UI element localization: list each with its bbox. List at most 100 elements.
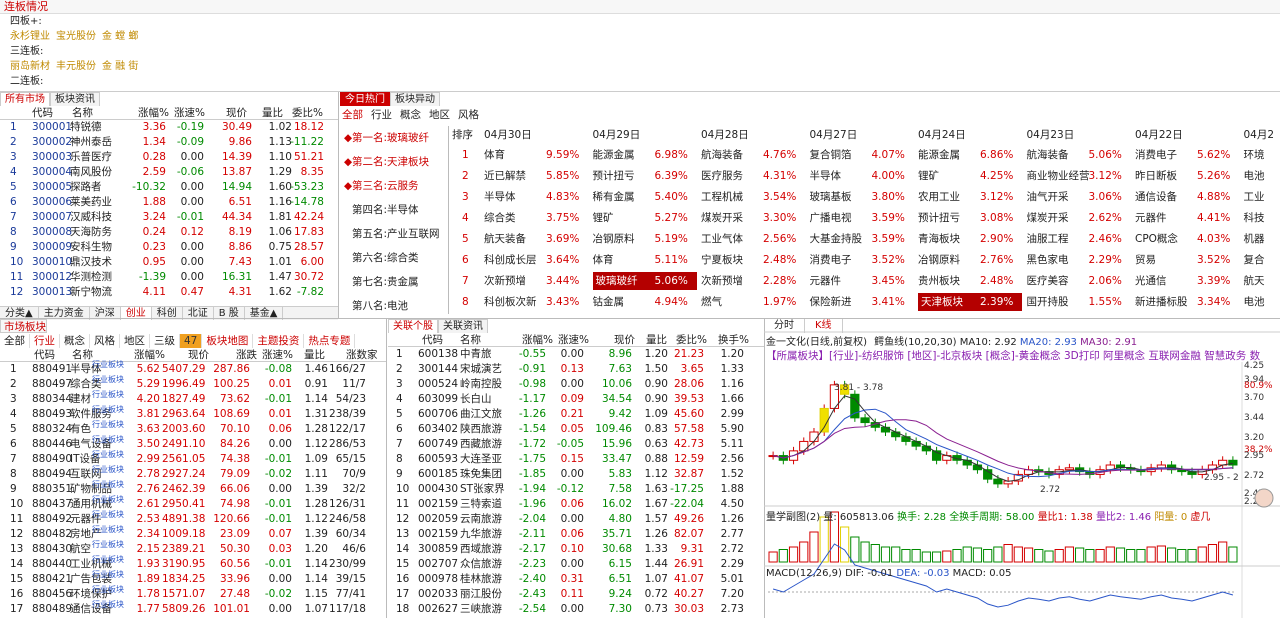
table-row[interactable]: 2 300144 宋城演艺 -0.91 0.13 7.63 1.50 3.65 1.33 bbox=[388, 363, 764, 376]
hot-sector-name[interactable]: 能源金属 bbox=[593, 146, 635, 164]
table-row[interactable]: 11 880492 元器件 2.53 4891.38 120.66 -0.01 1.12 246… bbox=[0, 510, 386, 526]
table-row[interactable]: 8 880494 互联网 2.78 2927.24 79.09 -0.02 1.11 70/9 行… bbox=[0, 465, 386, 481]
hot-sector-name[interactable]: 航天 bbox=[1244, 272, 1265, 290]
col-header[interactable]: 涨速% bbox=[174, 107, 205, 120]
market-subtab[interactable]: 主题投资 bbox=[253, 334, 305, 348]
table-row[interactable]: 18 002627 三峡旅游 -2.54 0.00 7.30 0.73 30.03 2.73 bbox=[388, 603, 764, 616]
hot-sector-name[interactable]: 国开持股 bbox=[1027, 293, 1069, 311]
hot-subtab[interactable]: 行业 bbox=[371, 108, 392, 122]
hot-sector-name[interactable]: 半导体 bbox=[810, 167, 842, 185]
col-header[interactable]: 代码 bbox=[422, 334, 443, 347]
col-header[interactable]: 涨幅% bbox=[138, 107, 169, 120]
table-row[interactable]: 16 000978 桂林旅游 -2.40 0.31 6.51 1.07 41.07 5.01 bbox=[388, 573, 764, 586]
lianban-stock[interactable]: 金 螳 螂 bbox=[102, 31, 138, 42]
table-row[interactable]: 2 300002 神州泰岳 1.34 -0.09 9.86 1.13 -11.22 bbox=[0, 136, 338, 149]
table-row[interactable]: 10 300010 鼎汉技术 0.95 0.00 7.43 1.01 6.00 bbox=[0, 256, 338, 269]
table-row[interactable]: 1 880491 半导体 5.62 5407.29 287.86 -0.08 1.46 166/… bbox=[0, 360, 386, 376]
hot-sector-name[interactable]: 科创成长层 bbox=[484, 251, 537, 269]
hot-sector-name[interactable]: 预计扭亏 bbox=[593, 167, 635, 185]
hot-sector-name[interactable]: 黑色家电 bbox=[1027, 251, 1069, 269]
hot-sector-name[interactable]: 复合铜箔 bbox=[810, 146, 852, 164]
col-header[interactable]: 名称 bbox=[72, 107, 93, 120]
hot-sector-name[interactable]: 燃气 bbox=[701, 293, 722, 311]
hot-sector-name[interactable]: 电池 bbox=[1244, 293, 1265, 311]
hot-sector-name[interactable]: 电池 bbox=[1244, 167, 1265, 185]
hot-sector-name[interactable]: 医疗美容 bbox=[1027, 272, 1069, 290]
table-row[interactable]: 12 002059 云南旅游 -2.04 0.00 4.80 1.57 49.26 1.26 bbox=[388, 513, 764, 526]
hot-sector-name[interactable]: 煤炭开采 bbox=[1027, 209, 1069, 227]
hot-sector-name[interactable]: 冶钢原料 bbox=[918, 251, 960, 269]
col-header[interactable]: 名称 bbox=[460, 334, 481, 347]
lianban-stock[interactable]: 金 融 街 bbox=[102, 61, 138, 72]
hot-sector-name[interactable]: 工程机械 bbox=[701, 188, 743, 206]
hot-sector-name[interactable]: 近已解禁 bbox=[484, 167, 526, 185]
hot-sector-name[interactable]: 能源金属 bbox=[918, 146, 960, 164]
table-row[interactable]: 4 300004 南风股份 2.59 -0.06 13.87 1.29 8.35 bbox=[0, 166, 338, 179]
hot-sector-name[interactable]: 通信设备 bbox=[1135, 188, 1177, 206]
hot-sector-name[interactable]: 元器件 bbox=[1135, 209, 1167, 227]
hot-rank-item[interactable]: 第五名:产业互联网 bbox=[344, 222, 442, 246]
table-row[interactable]: 9 880351 矿物制品 2.76 2462.39 66.06 0.00 1.39 32/2 行… bbox=[0, 480, 386, 496]
hot-sector-name[interactable]: 贸易 bbox=[1135, 251, 1156, 269]
market-subtab[interactable]: 热点专题 bbox=[304, 334, 356, 348]
market-subtab[interactable]: 概念 bbox=[60, 334, 90, 348]
date-header[interactable]: 04月30日 bbox=[484, 126, 532, 144]
hot-sector-name[interactable]: 复合 bbox=[1244, 251, 1265, 269]
table-row[interactable]: 11 002159 三特索道 -1.96 0.06 16.02 1.67 -22.04 4.50 bbox=[388, 498, 764, 511]
table-row[interactable]: 6 300006 莱美药业 1.88 0.00 6.51 1.16 -14.78 bbox=[0, 196, 338, 209]
hot-sector-name[interactable]: 锂矿 bbox=[593, 209, 614, 227]
hot-rank-item[interactable]: 第四名:半导体 bbox=[344, 198, 442, 222]
hot-rank-item[interactable]: 第七名:贵金属 bbox=[344, 270, 442, 294]
col-header[interactable]: 现价 bbox=[226, 107, 247, 120]
table-row[interactable]: 5 300005 探路者 -10.32 0.00 14.94 1.60 -53.23 bbox=[0, 181, 338, 194]
hot-sector-name[interactable]: 贵州板块 bbox=[918, 272, 960, 290]
tab-all-market[interactable]: 所有市场 bbox=[0, 92, 50, 106]
hot-sector-name[interactable]: 新进播标股 bbox=[1135, 293, 1188, 311]
hot-sector-name[interactable]: 次新预增 bbox=[484, 272, 526, 290]
table-row[interactable]: 14 880440 工业机械 1.93 3190.95 60.56 -0.01 1.14 230… bbox=[0, 555, 386, 571]
hot-sector-name[interactable]: 环境 bbox=[1244, 146, 1265, 164]
table-row[interactable]: 6 603402 陕西旅游 -1.54 0.05 109.46 0.83 57.58 5.90 bbox=[388, 423, 764, 436]
tab-related-stocks[interactable]: 关联个股 bbox=[388, 319, 438, 333]
col-header[interactable]: 代码 bbox=[34, 349, 55, 362]
table-row[interactable]: 12 300013 新宁物流 4.11 0.47 4.31 1.62 -7.82 bbox=[0, 286, 338, 299]
table-row[interactable]: 1 300001 特锐德 3.36 -0.19 30.49 1.02 18.12 bbox=[0, 121, 338, 134]
table-row[interactable]: 10 880437 通用机械 2.61 2950.41 74.98 -0.01 1.28 126… bbox=[0, 495, 386, 511]
lianban-stock[interactable]: 丽岛新材 bbox=[10, 61, 50, 72]
table-row[interactable]: 1 600138 中青旅 -0.55 0.00 8.96 1.20 21.23 1.20 bbox=[388, 348, 764, 361]
table-row[interactable]: 7 880490 IT设备 2.99 2561.05 74.38 -0.01 1.09 65/1… bbox=[0, 450, 386, 466]
table-row[interactable]: 8 300008 天海防务 0.24 0.12 8.19 1.06 17.83 bbox=[0, 226, 338, 239]
tab-today-hot[interactable]: 今日热门 bbox=[340, 92, 390, 106]
hot-sector-name[interactable]: CPO概念 bbox=[1135, 230, 1178, 248]
col-header[interactable]: 名称 bbox=[72, 349, 93, 362]
market-subtab[interactable]: 板块地图 bbox=[202, 334, 254, 348]
hot-sector-name[interactable]: 昨日断板 bbox=[1135, 167, 1177, 185]
table-row[interactable]: 13 880430 航空 2.15 2389.21 50.30 0.03 1.20 46/6 行业… bbox=[0, 540, 386, 556]
hot-sector-name[interactable]: 科技 bbox=[1244, 209, 1265, 227]
table-row[interactable]: 11 300012 华测检测 -1.39 0.00 16.31 1.47 30.72 bbox=[0, 271, 338, 284]
table-row[interactable]: 9 300009 安科生物 0.23 0.00 8.86 0.75 28.57 bbox=[0, 241, 338, 254]
hot-sector-name[interactable]: 光通信 bbox=[1135, 272, 1167, 290]
hot-subtab[interactable]: 风格 bbox=[458, 108, 479, 122]
table-row[interactable]: 2 880497 综合类 5.29 1996.49 100.25 0.01 0.91 11/7 行… bbox=[0, 375, 386, 391]
lianban-stock[interactable]: 永杉锂业 bbox=[10, 31, 50, 42]
date-header[interactable]: 04月23日 bbox=[1027, 126, 1075, 144]
hot-sector-name[interactable]: 综合类 bbox=[484, 209, 516, 227]
table-row[interactable]: 6 880446 电气设备 3.50 2491.10 84.26 0.00 1.12 286/5… bbox=[0, 435, 386, 451]
col-header[interactable]: 涨速% bbox=[262, 349, 293, 362]
tab-sector-move[interactable]: 板块异动 bbox=[390, 92, 440, 106]
col-header[interactable]: 量比 bbox=[646, 334, 667, 347]
hot-sector-name[interactable]: 机器 bbox=[1244, 230, 1265, 248]
hot-sector-name[interactable]: 农用工业 bbox=[918, 188, 960, 206]
col-header[interactable]: 涨数家 bbox=[346, 349, 378, 362]
hot-subtab[interactable]: 全部 bbox=[342, 108, 363, 122]
table-row[interactable]: 10 000430 ST张家界 -1.94 -0.12 7.58 1.63 -17.25 1.8… bbox=[388, 483, 764, 496]
table-row[interactable]: 17 002033 丽江股份 -2.43 0.11 9.24 0.72 40.27 7.20 bbox=[388, 588, 764, 601]
hot-sector-name[interactable]: 钴金属 bbox=[593, 293, 625, 311]
table-row[interactable]: 3 880344 建材 4.20 1827.49 73.62 -0.01 1.14 54/23 行… bbox=[0, 390, 386, 406]
hot-sector-name[interactable]: 青海板块 bbox=[918, 230, 960, 248]
market-subtab[interactable]: 风格 bbox=[90, 334, 120, 348]
hot-sector-name[interactable]: 航海装备 bbox=[701, 146, 743, 164]
col-header[interactable]: 委比% bbox=[676, 334, 707, 347]
col-header[interactable]: 现价 bbox=[614, 334, 635, 347]
